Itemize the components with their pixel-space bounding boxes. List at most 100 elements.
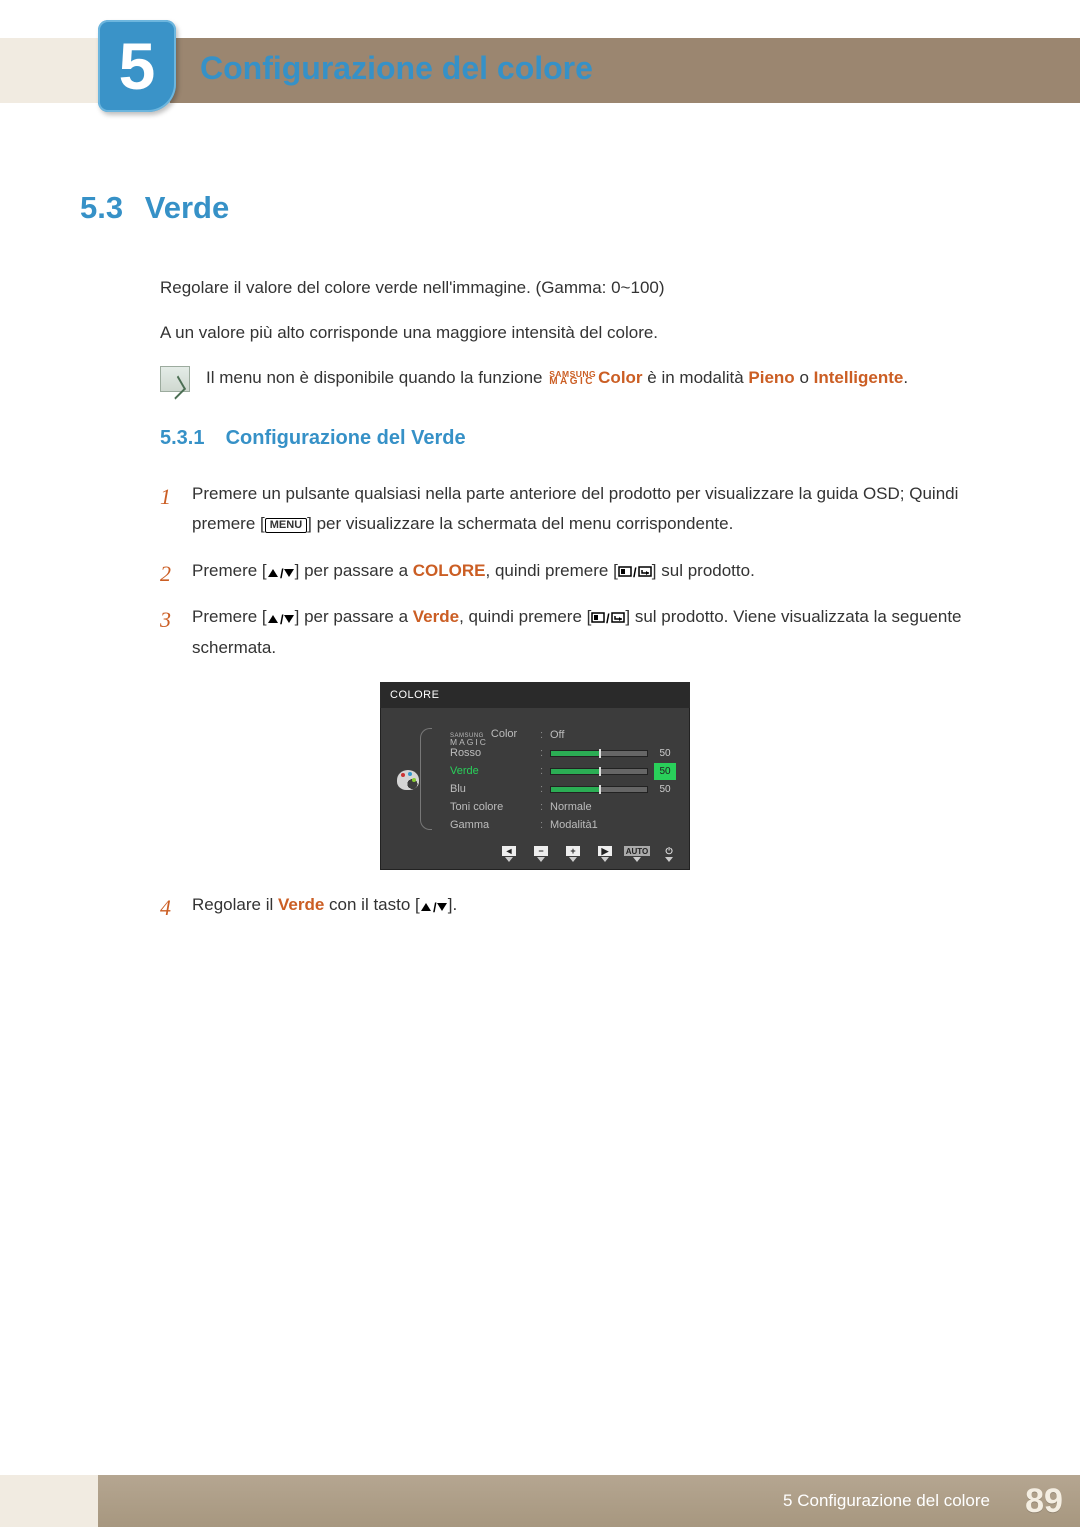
step4-b: con il tasto [ (324, 895, 419, 914)
osd-label-suffix: Color (488, 728, 517, 740)
step3-c: , quindi premere [ (459, 607, 591, 626)
steps-list: 1 Premere un pulsante qualsiasi nella pa… (160, 479, 1000, 664)
nav-minus-icon: − (530, 846, 552, 862)
osd-nav: ◄ − + ▶ AUTO ⏻ (380, 844, 690, 864)
osd-body: SAMSUNG MAGIC Color : Off Rosso : (380, 708, 690, 844)
osd-label: Toni colore (450, 798, 534, 817)
osd-label: SAMSUNG MAGIC Color (450, 725, 534, 745)
step-number: 1 (160, 477, 171, 517)
step4-c: ]. (448, 895, 457, 914)
step3-a: Premere [ (192, 607, 267, 626)
step-2: 2 Premere [/] per passare a COLORE, quin… (160, 556, 1000, 587)
slider (550, 750, 648, 757)
palette-icon (397, 770, 419, 790)
subsection-number: 5.3.1 (160, 421, 220, 455)
svg-text:/: / (606, 611, 610, 625)
step-number: 4 (160, 888, 171, 928)
step2-target: COLORE (413, 561, 486, 580)
step-1: 1 Premere un pulsante qualsiasi nella pa… (160, 479, 1000, 540)
osd-panel: COLORE SAMSUNG MAGIC (380, 682, 690, 871)
osd-label: Blu (450, 780, 534, 799)
step2-d: ] sul prodotto. (652, 561, 755, 580)
step-4: 4 Regolare il Verde con il tasto [/]. (160, 890, 1000, 921)
up-down-icon: / (267, 607, 295, 626)
footer: 5 Configurazione del colore 89 (0, 1475, 1080, 1527)
note-icon (160, 366, 190, 392)
svg-text:/: / (280, 567, 284, 579)
nav-back-icon: ◄ (498, 846, 520, 862)
osd-value: 50 (550, 763, 676, 780)
footer-gutter (0, 1475, 98, 1527)
step4-target: Verde (278, 895, 324, 914)
section-title: Verde (145, 190, 229, 226)
samsung-magic-logo: SAMSUNG MAGIC (549, 371, 596, 386)
subsection-title: Configurazione del Verde (226, 427, 466, 449)
step3-b: ] per passare a (295, 607, 413, 626)
brand-bot: MAGIC (549, 378, 596, 386)
step-number: 2 (160, 554, 171, 594)
footer-page: 89 (1025, 1482, 1063, 1521)
svg-text:/: / (633, 565, 637, 579)
section-header: 5.3 Verde (80, 190, 1000, 226)
section-number: 5.3 (80, 190, 140, 226)
chapter-title: Configurazione del colore (200, 50, 593, 87)
colon: : (540, 780, 544, 799)
section-p2: A un valore più alto corrisponde una mag… (160, 319, 1000, 348)
osd-value: Modalità1 (550, 816, 676, 835)
note-mid: è in modalità (647, 368, 748, 387)
osd-row-toni: Toni colore : Normale (450, 798, 676, 816)
osd-value-num: 50 (654, 763, 676, 780)
section-p1: Regolare il valore del colore verde nell… (160, 274, 1000, 303)
osd-value: Off (550, 726, 676, 745)
osd-value-num: 50 (654, 781, 676, 798)
subsection: 5.3.1 Configurazione del Verde 1 Premere… (160, 421, 1000, 921)
osd-value-num: 50 (654, 745, 676, 762)
step1-b: ] per visualizzare la schermata del menu… (307, 514, 733, 533)
osd-value-text: Normale (550, 798, 592, 817)
osd-title: COLORE (380, 682, 690, 709)
osd-label: Gamma (450, 816, 534, 835)
steps-list-cont: 4 Regolare il Verde con il tasto [/]. (160, 890, 1000, 921)
colon: : (540, 762, 544, 781)
step-3: 3 Premere [/] per passare a Verde, quind… (160, 602, 1000, 663)
note-pre: Il menu non è disponibile quando la funz… (206, 368, 547, 387)
osd-row-blu: Blu : 50 (450, 780, 676, 798)
osd-figure: COLORE SAMSUNG MAGIC (380, 682, 690, 871)
osd-label: Verde (450, 762, 534, 781)
step2-b: ] per passare a (295, 561, 413, 580)
osd-row-magiccolor: SAMSUNG MAGIC Color : Off (450, 726, 676, 744)
step-number: 3 (160, 600, 171, 640)
osd-value-text: Modalità1 (550, 816, 598, 835)
step4-a: Regolare il (192, 895, 278, 914)
brand-word: Color (598, 368, 642, 387)
osd-row-verde: Verde : 50 (450, 762, 676, 780)
osd-bracket (420, 728, 432, 830)
menu-button-label: MENU (265, 518, 307, 533)
footer-page-wrap: 89 (1008, 1475, 1080, 1527)
colon: : (540, 744, 544, 763)
osd-value-text: Off (550, 726, 564, 745)
nav-plus-icon: + (562, 846, 584, 862)
step2-a: Premere [ (192, 561, 267, 580)
slider (550, 786, 648, 793)
nav-auto: AUTO (626, 846, 648, 862)
osd-value: 50 (550, 781, 676, 798)
note-end: . (903, 368, 908, 387)
nav-enter-icon: ▶ (594, 846, 616, 862)
note-mode1: Pieno (748, 368, 794, 387)
note-or: o (799, 368, 813, 387)
footer-text: 5 Configurazione del colore (783, 1491, 990, 1511)
source-enter-icon: / (591, 607, 625, 626)
osd-label: Rosso (450, 744, 534, 763)
osd-list: SAMSUNG MAGIC Color : Off Rosso : (450, 726, 676, 834)
osd-row-gamma: Gamma : Modalità1 (450, 816, 676, 834)
chapter-number: 5 (119, 28, 156, 104)
note-block: Il menu non è disponibile quando la funz… (160, 364, 1000, 393)
content-area: 5.3 Verde Regolare il valore del colore … (80, 190, 1000, 937)
note-mode2: Intelligente (814, 368, 904, 387)
osd-value: Normale (550, 798, 676, 817)
note-text: Il menu non è disponibile quando la funz… (206, 364, 1000, 393)
slider (550, 768, 648, 775)
svg-text:/: / (280, 613, 284, 625)
svg-text:/: / (433, 901, 437, 913)
